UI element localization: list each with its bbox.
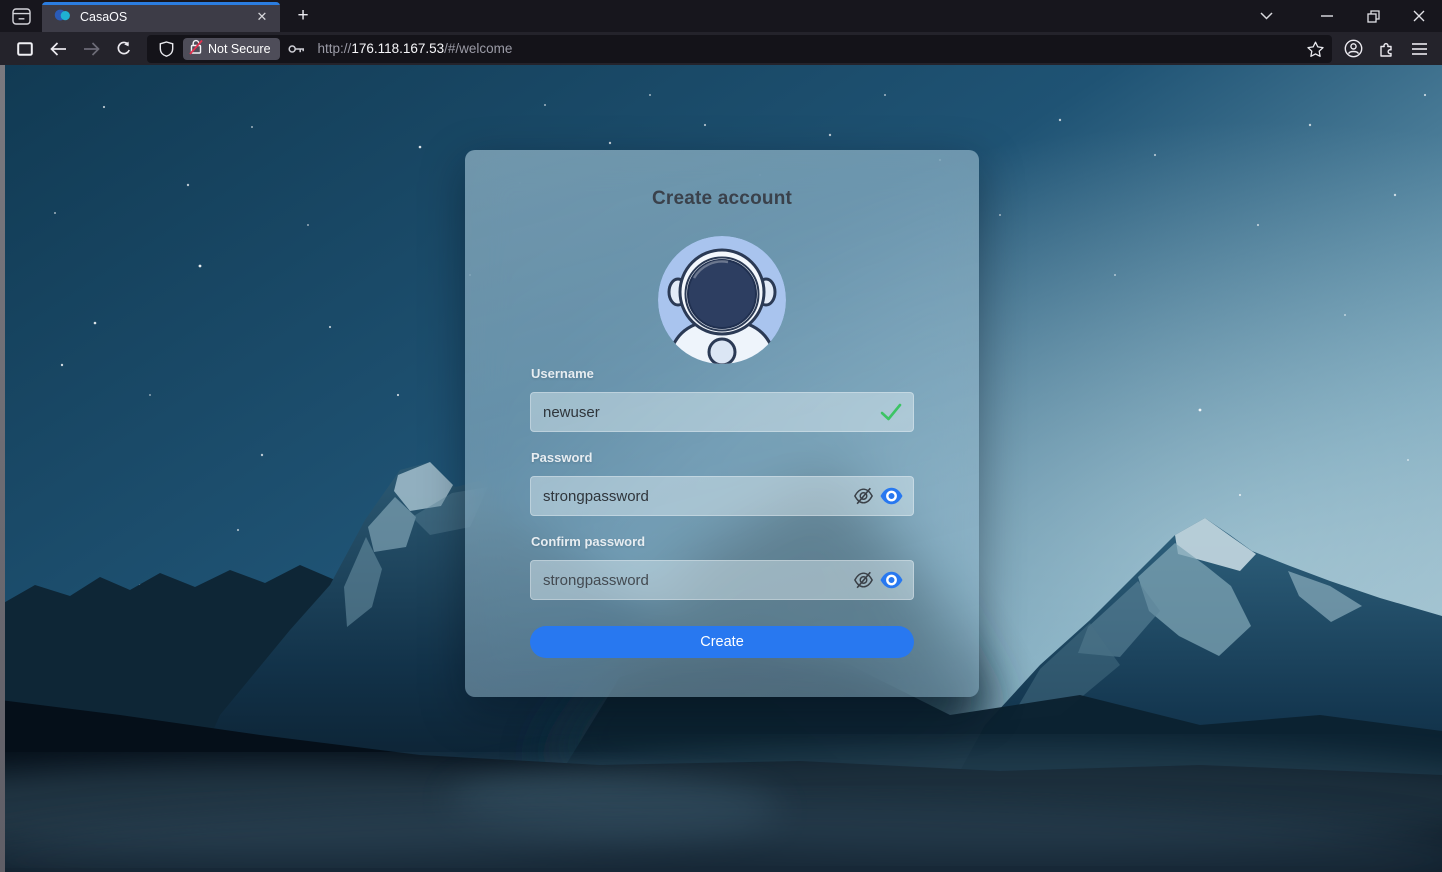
- window-controls: [1246, 0, 1442, 32]
- window-edge: [0, 65, 5, 872]
- eye-visible-icon[interactable]: [879, 485, 903, 507]
- casaos-favicon-icon: [54, 8, 71, 27]
- password-field: [530, 476, 914, 516]
- create-button[interactable]: Create: [530, 626, 914, 658]
- tab-close-icon[interactable]: ✕: [252, 7, 272, 27]
- confirm-password-label: Confirm password: [531, 534, 645, 549]
- confirm-password-field: [530, 560, 914, 600]
- not-secure-label: Not Secure: [208, 42, 271, 56]
- fog-layer: [0, 745, 1442, 872]
- menu-hamburger-icon[interactable]: [1404, 35, 1434, 63]
- url-host: 176.118.167.53: [351, 41, 444, 56]
- tab-list-chevron-icon[interactable]: [1246, 0, 1286, 32]
- eye-visible-icon[interactable]: [879, 569, 903, 591]
- window-close-button[interactable]: [1396, 0, 1442, 32]
- valid-check-icon: [879, 401, 903, 423]
- account-icon[interactable]: [1338, 35, 1368, 63]
- eye-off-icon[interactable]: [851, 485, 875, 507]
- eye-off-icon[interactable]: [851, 569, 875, 591]
- tab-title: CasaOS: [80, 10, 252, 24]
- username-label: Username: [531, 366, 594, 381]
- new-tab-button[interactable]: +: [290, 3, 316, 29]
- forward-button[interactable]: [76, 35, 106, 63]
- active-tab-indicator: [42, 2, 280, 5]
- navigation-toolbar: Not Secure http://176.118.167.53/#/welco…: [0, 32, 1442, 65]
- username-input[interactable]: [543, 404, 875, 421]
- url-path: /#/welcome: [444, 41, 512, 56]
- page-title: Create account: [465, 188, 979, 210]
- tab-bar: CasaOS ✕ +: [0, 0, 1442, 32]
- username-field: [530, 392, 914, 432]
- browser-tab[interactable]: CasaOS ✕: [42, 2, 280, 32]
- shield-icon[interactable]: [153, 37, 179, 61]
- password-label: Password: [531, 450, 592, 465]
- sidebar-toggle-icon[interactable]: [10, 35, 40, 63]
- insecure-lock-icon: [189, 39, 203, 58]
- firefox-view-icon[interactable]: [6, 3, 36, 29]
- back-button[interactable]: [43, 35, 73, 63]
- url-text: http://176.118.167.53/#/welcome: [318, 41, 1302, 56]
- page-viewport: Create account: [0, 65, 1442, 872]
- reload-button[interactable]: [109, 35, 139, 63]
- create-account-card: Create account: [465, 150, 979, 697]
- address-bar[interactable]: Not Secure http://176.118.167.53/#/welco…: [147, 35, 1332, 63]
- bookmark-star-icon[interactable]: [1302, 37, 1328, 61]
- extensions-puzzle-icon[interactable]: [1371, 35, 1401, 63]
- window-minimize-button[interactable]: [1304, 0, 1350, 32]
- password-input[interactable]: [543, 488, 847, 505]
- astronaut-avatar: [658, 236, 786, 364]
- confirm-password-input[interactable]: [543, 572, 847, 589]
- url-scheme: http://: [318, 41, 352, 56]
- not-secure-badge[interactable]: Not Secure: [183, 38, 280, 60]
- window-restore-button[interactable]: [1350, 0, 1396, 32]
- key-icon: [284, 37, 310, 61]
